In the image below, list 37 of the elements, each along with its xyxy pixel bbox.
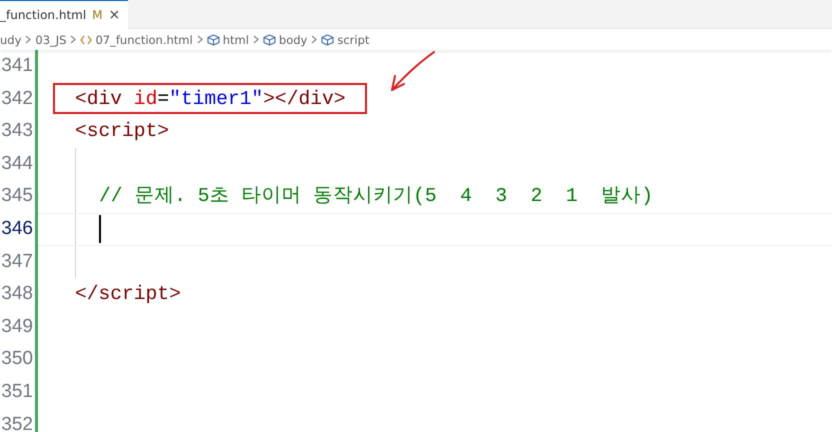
breadcrumb-item[interactable]: 07_function.html (95, 32, 193, 46)
cube-icon (321, 34, 334, 46)
breadcrumb-item[interactable]: 03_JS (35, 32, 66, 46)
editor-tab[interactable]: _function.html M × (0, 0, 128, 29)
line-number: 341 (0, 54, 34, 78)
breadcrumb-item[interactable]: html (222, 32, 249, 46)
chevron-icon (196, 35, 203, 44)
line-number: 350 (0, 347, 34, 372)
code-token: </script> (75, 282, 181, 308)
line-number: 352 (0, 412, 34, 432)
line-number: 343 (0, 119, 34, 144)
code-icon (80, 34, 92, 44)
cube-icon (262, 34, 276, 46)
code-token: <script> (75, 119, 170, 144)
chevron-icon (311, 35, 318, 44)
code-token: <div (75, 88, 122, 110)
breadcrumb-item[interactable]: udy (0, 32, 22, 46)
handwritten-arrow (388, 50, 436, 94)
code-token: id (132, 88, 158, 110)
line-number: 347 (0, 250, 34, 274)
line-number: 348 (0, 282, 34, 306)
line-number: 345 (0, 184, 34, 208)
breadcrumb-item[interactable]: script (337, 32, 370, 46)
chevron-icon (252, 35, 259, 44)
line-number: 342 (0, 86, 34, 111)
line-number: 351 (0, 380, 34, 404)
line-number: 344 (0, 152, 34, 176)
code-token: ></div> (263, 88, 346, 110)
code-comment: // 문제. 5초 타이머 동작시키기(5 4 3 2 1 발사) (99, 184, 653, 210)
cube-icon (206, 34, 220, 46)
line-number: 346 (0, 216, 34, 241)
breadcrumb-item[interactable]: body (278, 32, 308, 46)
code-token: "timer1" (169, 88, 264, 110)
line-number: 349 (0, 314, 34, 339)
chevron-icon (25, 35, 32, 44)
code-token: = (157, 88, 170, 110)
chevron-icon (70, 35, 76, 44)
